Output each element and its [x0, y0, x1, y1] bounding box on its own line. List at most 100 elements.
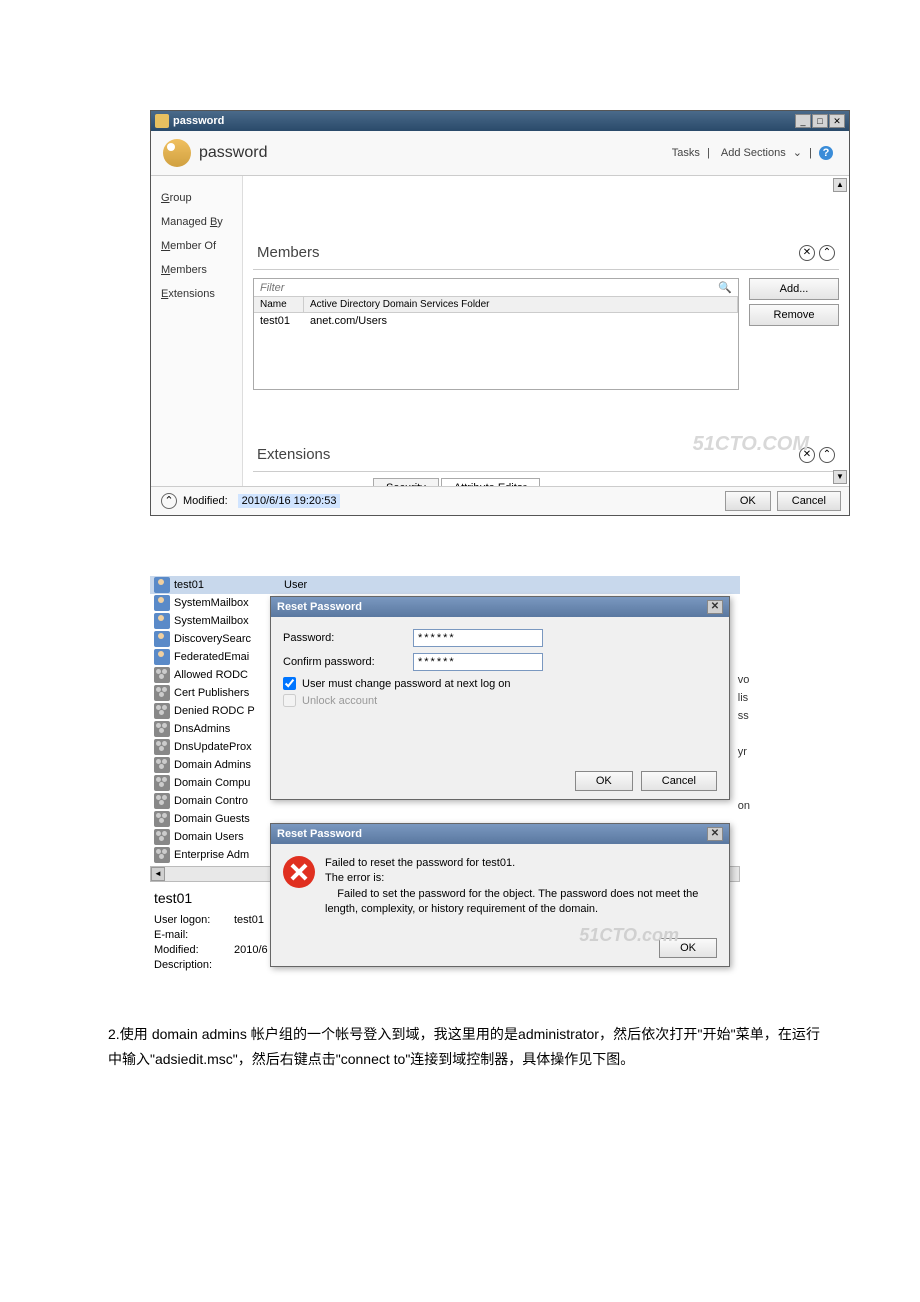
error-body: Failed to reset the password for test01.… [271, 844, 729, 930]
item-name: Domain Guests [174, 813, 284, 825]
group-icon [154, 811, 170, 827]
close-button[interactable]: ✕ [829, 114, 845, 128]
user-icon [154, 577, 170, 593]
ext-close-icon[interactable]: ✕ [799, 447, 815, 463]
item-name: test01 [174, 579, 284, 591]
cell-folder: anet.com/Users [310, 315, 387, 327]
table-row[interactable]: test01 anet.com/Users [254, 313, 738, 329]
user-icon [154, 595, 170, 611]
item-name: Domain Contro [174, 795, 284, 807]
must-change-label: User must change password at next log on [302, 678, 511, 690]
item-name: Domain Users [174, 831, 284, 843]
filter-row: 🔍 [254, 279, 738, 297]
user-icon [154, 613, 170, 629]
ext-collapse-icon[interactable]: ⌃ [819, 447, 835, 463]
error-buttons: OK [271, 930, 729, 966]
error-close-button[interactable]: ✕ [707, 827, 723, 841]
extensions-title: Extensions [257, 446, 799, 463]
dialog-ok-button[interactable]: OK [575, 771, 633, 791]
error-title: Reset Password [277, 828, 707, 840]
col-name[interactable]: Name [254, 297, 304, 312]
window-icon [155, 114, 169, 128]
scroll-left-button[interactable]: ◄ [151, 867, 165, 881]
tab-security[interactable]: Security [373, 478, 439, 486]
password-properties-window: password _ □ ✕ password Tasks | Add Sect… [150, 110, 850, 516]
window-controls: _ □ ✕ [795, 114, 845, 128]
must-change-checkbox[interactable] [283, 677, 296, 690]
modified-value: 2010/6/16 19:20:53 [238, 494, 341, 508]
dialog-close-button[interactable]: ✕ [707, 600, 723, 614]
user-icon [154, 631, 170, 647]
user-icon [154, 649, 170, 665]
dialog-cancel-button[interactable]: Cancel [641, 771, 717, 791]
email-label: E-mail: [154, 929, 234, 941]
help-icon[interactable]: ? [819, 146, 833, 160]
nav-extensions[interactable]: Extensions [159, 282, 234, 306]
error-dialog: Reset Password ✕ Failed to reset the pas… [270, 823, 730, 967]
tasks-link[interactable]: Tasks [672, 147, 700, 159]
nav-group[interactable]: Group [159, 186, 234, 210]
list-item[interactable]: test01User [150, 576, 740, 594]
scroll-up-button[interactable]: ▲ [833, 178, 847, 192]
group-icon [154, 685, 170, 701]
password-label: Password: [283, 632, 413, 644]
window-title: password [173, 115, 795, 127]
unlock-label: Unlock account [302, 695, 377, 707]
col-folder[interactable]: Active Directory Domain Services Folder [304, 297, 738, 312]
ok-button[interactable]: OK [725, 491, 771, 511]
group-icon [154, 703, 170, 719]
item-name: Domain Compu [174, 777, 284, 789]
confirm-password-label: Confirm password: [283, 656, 413, 668]
remove-button[interactable]: Remove [749, 304, 839, 326]
nav-member-of[interactable]: Member Of [159, 234, 234, 258]
dialog-titlebar: Reset Password ✕ [271, 597, 729, 617]
nav-members[interactable]: Members [159, 258, 234, 282]
section-close-icon[interactable]: ✕ [799, 245, 815, 261]
tab-attribute-editor[interactable]: Attribute Editor [441, 478, 540, 486]
extensions-header: Extensions ✕ ⌃ [253, 438, 839, 472]
minimize-button[interactable]: _ [795, 114, 811, 128]
item-name: DnsAdmins [174, 723, 284, 735]
header-actions: Tasks | Add Sections ⌄ | ? [668, 146, 837, 160]
password-input[interactable] [413, 629, 543, 647]
group-icon [154, 847, 170, 863]
ad-users-area: test01UserSystemMailboxSystemMailboxDisc… [150, 576, 740, 982]
members-section: Members ✕ ⌃ 🔍 Name Active Di [253, 236, 839, 398]
error-text: Failed to reset the password for test01.… [325, 856, 717, 918]
error-titlebar: Reset Password ✕ [271, 824, 729, 844]
group-icon [154, 793, 170, 809]
user-logon-label: User logon: [154, 914, 234, 926]
titlebar: password _ □ ✕ [151, 111, 849, 131]
cancel-button[interactable]: Cancel [777, 491, 841, 511]
members-table: 🔍 Name Active Directory Domain Services … [253, 278, 739, 390]
confirm-password-input[interactable] [413, 653, 543, 671]
members-title: Members [257, 244, 799, 261]
group-icon [154, 739, 170, 755]
item-name: FederatedEmai [174, 651, 284, 663]
item-name: SystemMailbox [174, 615, 284, 627]
dialog-body: Password: Confirm password: User must ch… [271, 617, 729, 763]
extension-tabs: Security Attribute Editor [253, 472, 839, 486]
filter-input[interactable] [260, 282, 718, 294]
search-icon[interactable]: 🔍 [718, 281, 732, 294]
members-actions: Add... Remove [749, 278, 839, 390]
scroll-down-button[interactable]: ▼ [833, 470, 847, 484]
add-button[interactable]: Add... [749, 278, 839, 300]
extensions-section: Extensions ✕ ⌃ Security Attribute Editor [253, 438, 839, 486]
item-type: User [284, 579, 307, 591]
nav-panel: Group Managed By Member Of Members Exten… [151, 176, 243, 486]
error-ok-button[interactable]: OK [659, 938, 717, 958]
user-logon-value: test01 [234, 914, 264, 926]
group-icon [154, 829, 170, 845]
group-icon [154, 775, 170, 791]
item-name: DnsUpdateProx [174, 741, 284, 753]
add-sections-link[interactable]: Add Sections ⌄ [717, 147, 802, 159]
maximize-button[interactable]: □ [812, 114, 828, 128]
nav-managed-by[interactable]: Managed By [159, 210, 234, 234]
section-collapse-icon[interactable]: ⌃ [819, 245, 835, 261]
content-panel: ▲ Members ✕ ⌃ 🔍 [243, 176, 849, 486]
group-icon [154, 721, 170, 737]
item-name: Enterprise Adm [174, 849, 284, 861]
expand-button[interactable]: ⌃ [161, 493, 177, 509]
table-head: Name Active Directory Domain Services Fo… [254, 297, 738, 313]
